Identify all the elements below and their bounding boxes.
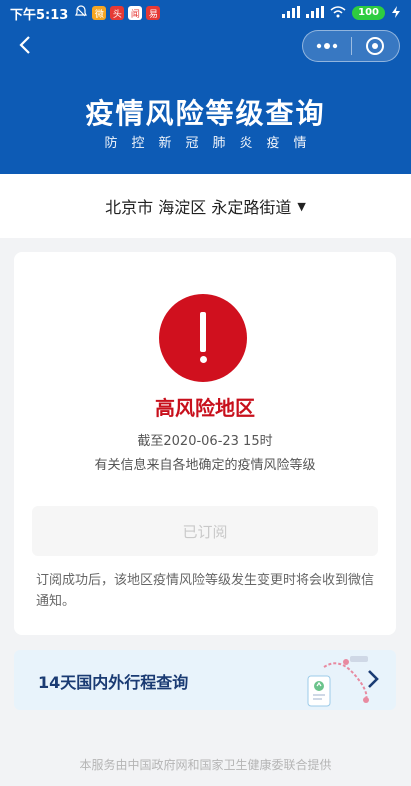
signal-hd-icon <box>282 5 301 21</box>
travel-query-card[interactable]: 14天国内外行程查询 <box>14 650 396 710</box>
mini-program-capsule <box>302 30 400 62</box>
status-time: 下午5:13 <box>10 7 69 23</box>
battery-indicator: 100 <box>352 6 385 20</box>
weibo-icon: 微 <box>92 6 107 20</box>
more-dots-icon <box>316 43 337 49</box>
risk-level: 高风险地区 <box>155 396 255 420</box>
page-subtitle: 防控新冠肺炎疫情 <box>104 136 321 151</box>
subscribe-tip: 订阅成功后，该地区疫情风险等级发生变更时将会收到微信通知。 <box>36 573 375 609</box>
wifi-icon <box>330 5 346 21</box>
more-button[interactable] <box>303 31 351 61</box>
charging-icon <box>391 5 401 21</box>
status-right: 100 <box>282 5 401 21</box>
page-title: 疫情风险等级查询 <box>85 97 326 130</box>
location-text: 北京市 海淀区 永定路街道 <box>105 198 292 217</box>
app-icon: 易 <box>146 6 161 20</box>
status-bar: 下午5:13 微 头 闻 易 100 <box>0 0 411 26</box>
risk-card: 高风险地区 截至2020-06-23 15时 有关信息来自各地确定的疫情风险等级… <box>14 252 396 635</box>
toutiao-icon: 头 <box>110 6 125 20</box>
footer-note: 本服务由中国政府网和国家卫生健康委联合提供 <box>79 758 332 772</box>
news-icon: 闻 <box>128 6 143 20</box>
travel-query-label: 14天国内外行程查询 <box>38 673 189 692</box>
alarm-icon <box>74 4 88 22</box>
status-app-icons: 微 头 闻 易 <box>74 4 161 22</box>
chevron-left-icon <box>19 36 30 54</box>
exclamation-alert-icon <box>159 294 247 382</box>
signal-icon <box>306 5 325 21</box>
subscribed-button[interactable]: 已订阅 <box>32 506 378 556</box>
target-icon <box>366 37 385 55</box>
source-note: 有关信息来自各地确定的疫情风险等级 <box>94 458 316 473</box>
map-route-illustration-icon <box>307 656 369 707</box>
caret-down-icon: ▼ <box>297 199 306 213</box>
header: 下午5:13 微 头 闻 易 100 疫情风险等级查询 防控新冠肺炎疫情 <box>0 0 411 174</box>
chevron-right-icon <box>368 670 379 688</box>
back-button[interactable] <box>10 30 40 60</box>
close-button[interactable] <box>352 31 400 61</box>
location-selector[interactable]: 北京市 海淀区 永定路街道 ▼ <box>0 174 411 238</box>
as-of-time: 截至2020-06-23 15时 <box>137 434 273 449</box>
